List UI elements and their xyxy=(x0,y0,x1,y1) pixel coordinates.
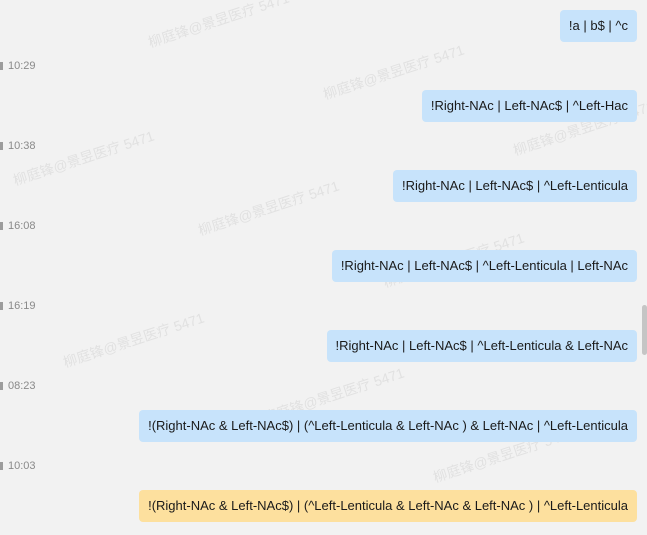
watermark: 柳庭锋@景昱医疗 5471 xyxy=(11,127,157,189)
chat-bubble-message[interactable]: !Right-NAc | Left-NAc$ | ^Left-Lenticula… xyxy=(331,250,637,282)
message-timestamp: 10:38 xyxy=(0,140,36,152)
scrollbar-thumb[interactable] xyxy=(642,305,647,355)
message-timestamp: 16:19 xyxy=(0,300,36,312)
timestamp-text: 10:38 xyxy=(8,140,36,152)
chat-message-list[interactable]: 柳庭锋@景昱医疗 5471 柳庭锋@景昱医疗 5471 柳庭锋@景昱医疗 547… xyxy=(0,0,647,535)
timestamp-text: 16:08 xyxy=(8,220,36,232)
timestamp-text: 16:19 xyxy=(8,300,36,312)
avatar-edge xyxy=(0,302,3,310)
chat-bubble-message[interactable]: !Right-NAc | Left-NAc$ | ^Left-Lenticula xyxy=(392,170,637,202)
watermark: 柳庭锋@景昱医疗 5471 xyxy=(146,0,292,51)
avatar-edge xyxy=(0,142,3,150)
chat-bubble-message[interactable]: !(Right-NAc & Left-NAc$) | (^Left-Lentic… xyxy=(139,410,637,442)
timestamp-text: 10:29 xyxy=(8,60,36,72)
chat-bubble-message[interactable]: !Right-NAc | Left-NAc$ | ^Left-Lenticula… xyxy=(326,330,637,362)
chat-bubble-message[interactable]: !Right-NAc | Left-NAc$ | ^Left-Hac xyxy=(421,90,637,122)
timestamp-text: 08:23 xyxy=(8,380,36,392)
watermark: 柳庭锋@景昱医疗 5471 xyxy=(61,309,207,371)
avatar-edge xyxy=(0,222,3,230)
message-timestamp: 08:23 xyxy=(0,380,36,392)
watermark: 柳庭锋@景昱医疗 5471 xyxy=(196,177,342,239)
chat-bubble-message[interactable]: !a | b$ | ^c xyxy=(559,10,637,42)
message-timestamp: 10:29 xyxy=(0,60,36,72)
message-timestamp: 16:08 xyxy=(0,220,36,232)
timestamp-text: 10:03 xyxy=(8,460,36,472)
message-timestamp: 10:03 xyxy=(0,460,36,472)
avatar-edge xyxy=(0,382,3,390)
chat-bubble-message-highlighted[interactable]: !(Right-NAc & Left-NAc$) | (^Left-Lentic… xyxy=(139,490,637,522)
avatar-edge xyxy=(0,462,3,470)
avatar-edge xyxy=(0,62,3,70)
